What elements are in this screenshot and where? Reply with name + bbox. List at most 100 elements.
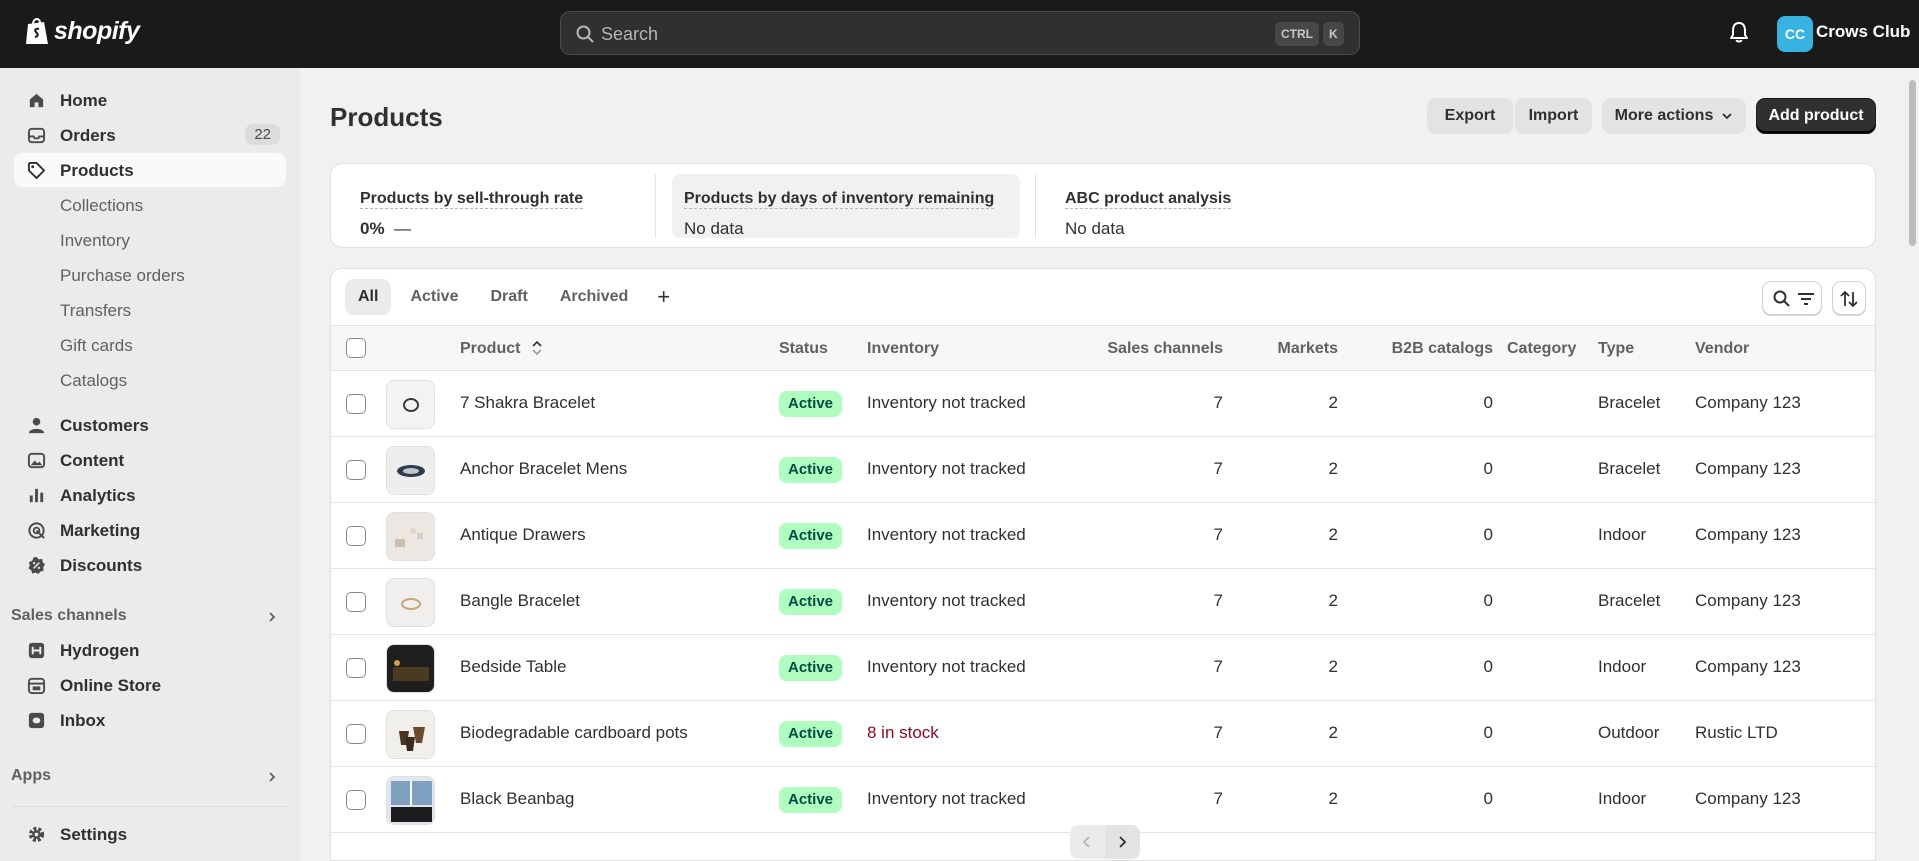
product-name[interactable]: Bangle Bracelet <box>460 591 580 611</box>
shopify-logo[interactable]: shopify <box>24 16 140 46</box>
row-checkbox[interactable] <box>346 724 366 744</box>
product-name[interactable]: Biodegradable cardboard pots <box>460 723 688 743</box>
inventory-status: Inventory not tracked <box>867 657 1026 676</box>
chevron-right-icon[interactable] <box>266 611 278 623</box>
table-row[interactable]: Biodegradable cardboard pots Active 8 in s… <box>331 701 1875 767</box>
header-markets: Markets <box>1277 340 1338 357</box>
header-product[interactable]: Product <box>460 340 543 358</box>
nav-customers[interactable]: Customers <box>14 408 286 442</box>
sales-channels-heading[interactable]: Sales channels <box>11 607 127 625</box>
hydrogen-icon <box>28 642 45 659</box>
sell-through-card[interactable]: Products by sell-through rate 0% — <box>348 174 648 238</box>
nav-marketing[interactable]: Marketing <box>14 513 286 547</box>
add-product-button[interactable]: Add product <box>1756 98 1876 134</box>
table-row[interactable]: Bedside Table Active Inventory not tracked… <box>331 635 1875 701</box>
product-thumbnail[interactable] <box>386 446 435 495</box>
row-checkbox[interactable] <box>346 394 366 414</box>
tab-active[interactable]: Active <box>397 279 471 315</box>
sell-through-dash: — <box>394 219 412 238</box>
table-row[interactable]: Anchor Bracelet Mens Active Inventory not … <box>331 437 1875 503</box>
orders-count-badge: 22 <box>245 124 280 145</box>
import-label: Import <box>1528 107 1579 124</box>
row-checkbox[interactable] <box>346 592 366 612</box>
nav-purchase-orders[interactable]: Purchase orders <box>60 266 185 286</box>
product-thumbnail[interactable] <box>386 710 435 759</box>
abc-analysis-card[interactable]: ABC product analysis No data <box>1053 174 1353 238</box>
status-badge: Active <box>779 721 843 747</box>
product-name[interactable]: Antique Drawers <box>460 525 586 545</box>
more-actions-button[interactable]: More actions <box>1602 98 1746 134</box>
nav-collections[interactable]: Collections <box>60 196 143 216</box>
nav-inventory[interactable]: Inventory <box>60 231 130 251</box>
nav-products[interactable]: Products <box>14 153 286 187</box>
nav-gift-cards[interactable]: Gift cards <box>60 336 133 356</box>
page-scrollbar[interactable] <box>1906 68 1919 861</box>
apps-heading[interactable]: Apps <box>11 767 51 785</box>
nav-inbox[interactable]: Inbox <box>14 703 286 737</box>
search-bar[interactable]: Search CTRL K <box>560 11 1360 55</box>
table-row[interactable]: Black Beanbag Active Inventory not tracked… <box>331 767 1875 833</box>
nav-content[interactable]: Content <box>14 443 286 477</box>
notifications-bell-icon[interactable] <box>1728 20 1750 44</box>
nav-orders[interactable]: Orders 22 <box>14 118 286 152</box>
next-page-button[interactable] <box>1105 825 1140 859</box>
markets-count: 2 <box>1328 459 1338 478</box>
product-thumbnail[interactable] <box>386 776 435 825</box>
store-avatar[interactable]: CC <box>1777 16 1813 52</box>
export-button[interactable]: Export <box>1427 98 1513 134</box>
product-type: Bracelet <box>1598 459 1661 478</box>
table-row[interactable]: 7 Shakra Bracelet Active Inventory not tra… <box>331 371 1875 437</box>
nav-orders-label: Orders <box>60 126 116 145</box>
import-button[interactable]: Import <box>1515 98 1592 134</box>
header-status: Status <box>779 340 828 357</box>
chevron-right-icon <box>1119 836 1127 848</box>
nav-online-store-label: Online Store <box>60 676 162 695</box>
product-type: Bracelet <box>1598 591 1661 610</box>
product-name[interactable]: Anchor Bracelet Mens <box>460 459 627 479</box>
product-thumbnail[interactable] <box>386 380 435 429</box>
product-name[interactable]: 7 Shakra Bracelet <box>460 393 595 413</box>
tab-all[interactable]: All <box>345 279 392 315</box>
product-vendor: Company 123 <box>1695 393 1801 412</box>
product-name[interactable]: Bedside Table <box>460 657 567 677</box>
nav-discounts[interactable]: Discounts <box>14 548 286 582</box>
row-checkbox[interactable] <box>346 460 366 480</box>
product-thumbnail[interactable] <box>386 512 435 561</box>
product-thumbnail[interactable] <box>386 644 435 693</box>
tab-draft[interactable]: Draft <box>477 279 540 315</box>
product-type: Bracelet <box>1598 393 1661 412</box>
tab-archived[interactable]: Archived <box>547 279 641 315</box>
select-all-checkbox[interactable] <box>346 338 366 358</box>
nav-home[interactable]: Home <box>14 83 286 117</box>
chevron-right-icon[interactable] <box>266 771 278 783</box>
nav-transfers[interactable]: Transfers <box>60 301 131 321</box>
nav-catalogs[interactable]: Catalogs <box>60 371 127 391</box>
product-name[interactable]: Black Beanbag <box>460 789 574 809</box>
days-inventory-title: Products by days of inventory remaining <box>684 190 995 209</box>
days-inventory-card[interactable]: Products by days of inventory remaining … <box>672 174 1020 238</box>
search-filter-button[interactable] <box>1762 281 1822 315</box>
row-checkbox[interactable] <box>346 526 366 546</box>
table-row[interactable]: Bangle Bracelet Active Inventory not track… <box>331 569 1875 635</box>
status-badge: Active <box>779 457 843 483</box>
search-icon <box>576 25 594 43</box>
prev-page-button[interactable] <box>1070 825 1105 859</box>
row-checkbox[interactable] <box>346 658 366 678</box>
more-actions-label: More actions <box>1614 107 1714 124</box>
abc-analysis-title: ABC product analysis <box>1065 190 1232 209</box>
nav-settings[interactable]: Settings <box>14 817 286 851</box>
scrollbar-thumb[interactable] <box>1909 80 1916 246</box>
table-row[interactable]: Antique Drawers Active Inventory not track… <box>331 503 1875 569</box>
sort-button[interactable] <box>1832 281 1866 315</box>
add-view-button[interactable]: + <box>647 279 680 315</box>
product-thumbnail[interactable] <box>386 578 435 627</box>
nav-online-store[interactable]: Online Store <box>14 668 286 702</box>
inventory-status: 8 in stock <box>867 723 939 742</box>
nav-analytics[interactable]: Analytics <box>14 478 286 512</box>
nav-hydrogen[interactable]: Hydrogen <box>14 633 286 667</box>
sales-channels-count: 7 <box>1213 591 1223 610</box>
row-checkbox[interactable] <box>346 790 366 810</box>
product-vendor: Company 123 <box>1695 591 1801 610</box>
nav-settings-label: Settings <box>60 825 128 844</box>
store-name[interactable]: Crows Club <box>1816 22 1910 42</box>
